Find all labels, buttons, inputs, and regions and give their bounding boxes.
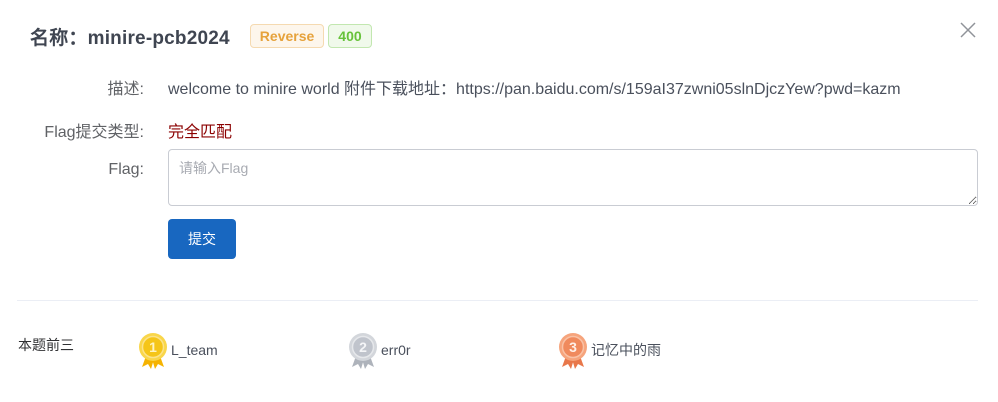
submission-type-label: Flag提交类型:: [44, 124, 144, 141]
challenge-dialog: 名称：minire-pcb2024 Reverse 400 描述: welcom…: [0, 0, 998, 402]
top-three-label: 本题前三: [18, 337, 74, 353]
close-button[interactable]: [958, 20, 978, 40]
rank-entry-2: 2 err0r: [347, 330, 411, 370]
submit-button[interactable]: 提交: [168, 219, 236, 259]
flag-label: Flag:: [108, 161, 144, 178]
svg-text:1: 1: [149, 339, 157, 355]
rank-entry-1: 1 L_team: [137, 330, 218, 370]
bronze-medal-icon: 3: [559, 333, 587, 369]
rank-name-2: err0r: [381, 342, 411, 358]
gold-medal-icon: 1: [139, 333, 167, 369]
category-tag: Reverse: [249, 24, 325, 48]
flag-input[interactable]: [168, 149, 978, 206]
description-text: welcome to minire world 附件下载地址：https://p…: [168, 81, 901, 98]
challenge-title: 名称：minire-pcb2024: [30, 27, 230, 49]
divider: [17, 300, 978, 301]
submission-type-value: 完全匹配: [168, 124, 233, 141]
score-tag: 400: [328, 24, 372, 48]
svg-text:3: 3: [569, 339, 577, 355]
rank-name-1: L_team: [171, 342, 218, 358]
description-label: 描述:: [107, 81, 144, 98]
silver-medal-icon: 2: [349, 333, 377, 369]
rank-entry-3: 3 记忆中的雨: [557, 330, 661, 370]
dialog-header: 名称：minire-pcb2024 Reverse 400: [30, 20, 372, 52]
rank-name-3: 记忆中的雨: [591, 342, 661, 358]
close-icon: [960, 22, 976, 38]
svg-text:2: 2: [359, 339, 367, 355]
